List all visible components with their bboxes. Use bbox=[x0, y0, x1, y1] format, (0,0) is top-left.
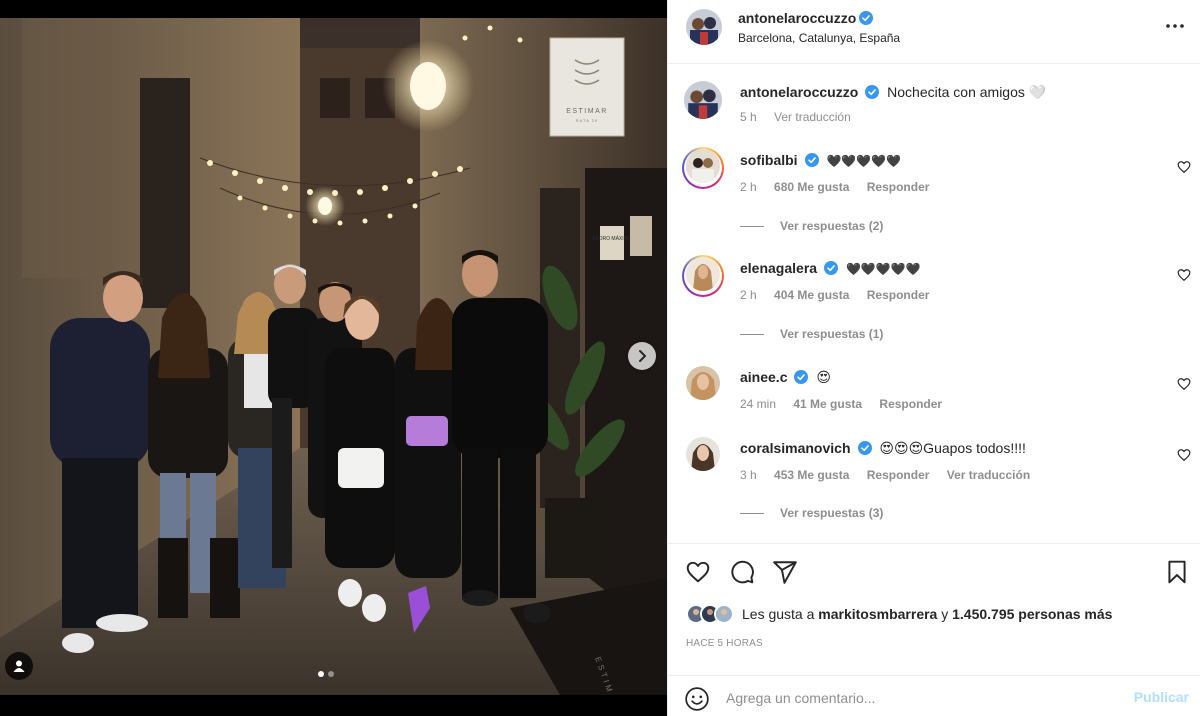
comment-like-heart-icon[interactable] bbox=[1177, 448, 1191, 462]
comment-like-heart-icon[interactable] bbox=[1177, 268, 1191, 282]
verified-badge-icon bbox=[857, 441, 872, 455]
avatar-image bbox=[686, 257, 720, 291]
caption-avatar[interactable] bbox=[684, 81, 722, 119]
post-photo[interactable]: ESTIMAR RATA 29 AFORO MÁXIMO ESTIMAR bbox=[0, 18, 667, 695]
author-username-row[interactable]: antonelaroccuzzo bbox=[738, 10, 874, 26]
post-time-ago[interactable]: HACE 5 HORAS bbox=[686, 638, 763, 649]
liker-avatar bbox=[714, 604, 734, 624]
comment-text: 😍😍😍Guapos todos!!!! bbox=[879, 440, 1026, 456]
comment-time[interactable]: 3 h bbox=[740, 468, 757, 482]
share-send-icon[interactable] bbox=[772, 559, 798, 585]
shop-sign-subtext: RATA 29 bbox=[576, 118, 598, 123]
door-sign-text: AFORO MÁXIMO bbox=[592, 235, 632, 242]
comment-reply-button[interactable]: Responder bbox=[879, 397, 942, 411]
add-comment-bar: Publicar bbox=[668, 675, 1200, 716]
comment-reply-button[interactable]: Responder bbox=[867, 468, 930, 482]
comment-time[interactable]: 2 h bbox=[740, 180, 757, 194]
comment-text: 🖤🖤🖤🖤🖤 bbox=[826, 154, 902, 168]
likes-connector: y bbox=[941, 606, 949, 622]
carousel-next-button[interactable] bbox=[628, 342, 656, 370]
post-location[interactable]: Barcelona, Catalunya, España bbox=[738, 31, 900, 45]
avatar-image bbox=[686, 366, 720, 400]
comment-likes[interactable]: 41 Me gusta bbox=[793, 397, 862, 411]
likes-prefix: Les gusta a bbox=[742, 606, 815, 622]
avatar-image bbox=[686, 9, 722, 45]
comment-meta: 3 h 453 Me gusta Responder Ver traducció… bbox=[740, 468, 1044, 482]
comment-avatar[interactable] bbox=[686, 257, 720, 291]
likes-first-user[interactable]: markitosmbarrera bbox=[818, 606, 937, 622]
comment-translate-link[interactable]: Ver traducción bbox=[947, 468, 1030, 482]
comment-time[interactable]: 24 min bbox=[740, 397, 776, 411]
post-actions: Les gusta a markitosmbarrera y 1.450.795… bbox=[668, 543, 1200, 716]
avatar-image bbox=[716, 606, 732, 622]
comment-avatar[interactable] bbox=[686, 366, 720, 400]
caption-text: Nochecita con amigos 🤍 bbox=[887, 84, 1047, 100]
avatar-image bbox=[684, 81, 722, 119]
emoji-icon[interactable] bbox=[684, 686, 710, 712]
shop-sign-text: ESTIMAR bbox=[566, 108, 608, 115]
publish-button[interactable]: Publicar bbox=[1134, 689, 1189, 705]
comment-avatar[interactable] bbox=[686, 437, 720, 471]
comment-meta: 24 min 41 Me gusta Responder bbox=[740, 397, 956, 411]
likes-count[interactable]: 1.450.795 personas más bbox=[952, 606, 1112, 622]
tagged-users-button[interactable] bbox=[5, 652, 33, 680]
comment-avatar[interactable] bbox=[686, 149, 720, 183]
more-options-button[interactable] bbox=[1163, 14, 1187, 38]
comment-meta: 2 h 404 Me gusta Responder bbox=[740, 288, 943, 302]
user-icon bbox=[13, 660, 25, 672]
carousel-indicator bbox=[318, 671, 334, 677]
comment-reply-button[interactable]: Responder bbox=[867, 180, 930, 194]
author-avatar[interactable] bbox=[686, 9, 722, 45]
view-replies-button[interactable]: Ver respuestas (3) bbox=[740, 506, 883, 520]
chevron-right-icon bbox=[639, 350, 646, 362]
comment-like-heart-icon[interactable] bbox=[1177, 377, 1191, 391]
verified-badge-icon bbox=[804, 153, 819, 167]
author-username[interactable]: antonelaroccuzzo bbox=[738, 10, 856, 26]
post-details-panel: antonelaroccuzzo Barcelona, Catalunya, E… bbox=[667, 0, 1200, 716]
view-replies-button[interactable]: Ver respuestas (2) bbox=[740, 219, 883, 233]
comment-text-line: sofibalbi 🖤🖤🖤🖤🖤 bbox=[740, 152, 901, 168]
likers-avatars bbox=[686, 604, 734, 624]
comment-text-line: coralsimanovich 😍😍😍Guapos todos!!!! bbox=[740, 440, 1026, 457]
comment-text: 😍 bbox=[816, 369, 831, 385]
verified-badge-icon bbox=[794, 370, 809, 384]
comment-meta: 2 h 680 Me gusta Responder bbox=[740, 180, 943, 194]
comment-like-heart-icon[interactable] bbox=[1177, 160, 1191, 174]
comment-username[interactable]: sofibalbi bbox=[740, 152, 798, 168]
comment-username[interactable]: ainee.c bbox=[740, 369, 787, 385]
view-replies-button[interactable]: Ver respuestas (1) bbox=[740, 327, 883, 341]
comment-icon[interactable] bbox=[729, 559, 755, 585]
verified-badge-icon bbox=[865, 85, 880, 99]
likes-summary[interactable]: Les gusta a markitosmbarrera y 1.450.795… bbox=[686, 604, 1112, 624]
more-horizontal-icon bbox=[1166, 24, 1184, 28]
post-header: antonelaroccuzzo Barcelona, Catalunya, E… bbox=[668, 0, 1200, 64]
avatar-image bbox=[686, 149, 720, 183]
like-heart-icon[interactable] bbox=[685, 559, 711, 585]
caption-time[interactable]: 5 h bbox=[740, 110, 757, 124]
carousel-dot-active bbox=[318, 671, 324, 677]
comment-time[interactable]: 2 h bbox=[740, 288, 757, 302]
comment-reply-button[interactable]: Responder bbox=[867, 288, 930, 302]
comment-username[interactable]: coralsimanovich bbox=[740, 440, 851, 456]
caption-translate-link[interactable]: Ver traducción bbox=[774, 110, 851, 124]
comment-text-line: elenagalera 🖤🖤🖤🖤🖤 bbox=[740, 260, 921, 276]
comment-text-line: ainee.c 😍 bbox=[740, 369, 831, 386]
comment-likes[interactable]: 404 Me gusta bbox=[774, 288, 849, 302]
comment-text: 🖤🖤🖤🖤🖤 bbox=[845, 262, 921, 276]
caption-text-line: antonelaroccuzzo Nochecita con amigos 🤍 bbox=[740, 84, 1046, 101]
avatar-image bbox=[686, 437, 720, 471]
save-bookmark-icon[interactable] bbox=[1164, 559, 1190, 585]
post-media-panel: ESTIMAR RATA 29 AFORO MÁXIMO ESTIMAR bbox=[0, 0, 667, 716]
comment-input[interactable] bbox=[726, 684, 1116, 712]
caption-meta: 5 h Ver traducción bbox=[740, 110, 865, 124]
verified-badge-icon bbox=[859, 11, 874, 25]
comment-likes[interactable]: 453 Me gusta bbox=[774, 468, 849, 482]
carousel-dot bbox=[328, 671, 334, 677]
photo-illustration: ESTIMAR RATA 29 AFORO MÁXIMO ESTIMAR bbox=[0, 18, 667, 695]
verified-badge-icon bbox=[824, 261, 839, 275]
caption-username[interactable]: antonelaroccuzzo bbox=[740, 84, 858, 100]
comment-username[interactable]: elenagalera bbox=[740, 260, 817, 276]
comments-list[interactable]: antonelaroccuzzo Nochecita con amigos 🤍 … bbox=[668, 65, 1200, 543]
comment-likes[interactable]: 680 Me gusta bbox=[774, 180, 849, 194]
